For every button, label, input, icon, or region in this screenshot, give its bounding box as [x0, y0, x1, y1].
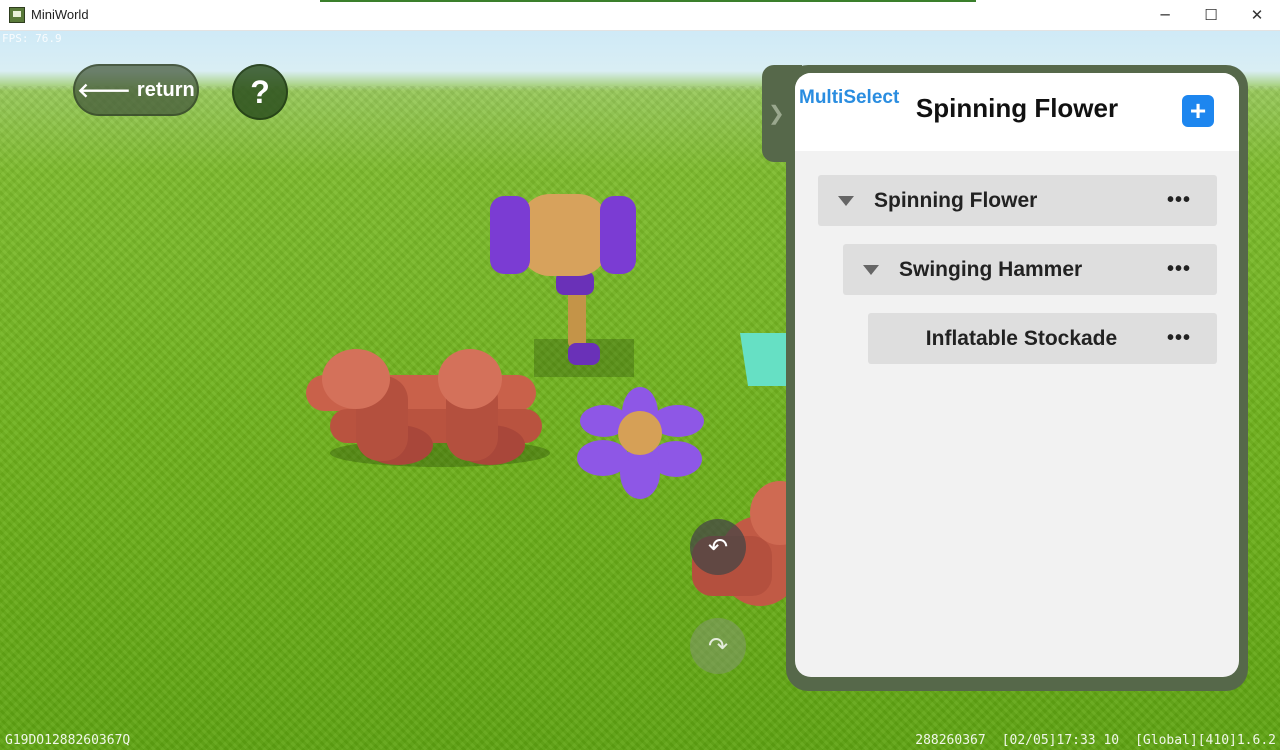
- close-button[interactable]: ✕: [1234, 0, 1280, 30]
- caret-down-icon[interactable]: [838, 195, 854, 206]
- window-title: MiniWorld: [31, 7, 89, 22]
- timestamp: [02/05]17:33 10: [1001, 733, 1120, 748]
- undo-icon: ↶: [707, 533, 729, 561]
- user-id: 288260367: [915, 733, 986, 748]
- fps-counter: FPS: 76.9: [2, 32, 62, 45]
- redo-button[interactable]: ↷: [690, 618, 746, 674]
- arrow-left-icon: 🡐: [77, 79, 131, 102]
- tree-item-spinning-flower[interactable]: Spinning Flower •••: [818, 175, 1217, 226]
- maximize-button[interactable]: ☐: [1188, 0, 1234, 30]
- chevron-right-icon: ❯: [768, 103, 785, 125]
- redo-icon: ↷: [707, 632, 729, 660]
- flower-object[interactable]: [577, 387, 704, 499]
- caret-down-icon[interactable]: [863, 264, 879, 275]
- game-viewport[interactable]: FPS: 76.9 🡐 return ? ↶ ↷ ❯ MultiSelect S…: [0, 31, 1280, 750]
- more-options-icon[interactable]: •••: [1167, 327, 1191, 350]
- undo-button[interactable]: ↶: [690, 519, 746, 575]
- panel-title: Spinning Flower: [915, 93, 1119, 123]
- tree-item-label: Spinning Flower: [874, 188, 1038, 212]
- more-options-icon[interactable]: •••: [1167, 258, 1191, 281]
- panel-header: MultiSelect Spinning Flower +: [795, 73, 1239, 151]
- window-titlebar: MiniWorld ─ ☐ ✕: [0, 0, 1280, 31]
- add-button[interactable]: +: [1182, 95, 1214, 127]
- return-button[interactable]: 🡐 return: [73, 64, 199, 116]
- hierarchy-panel: MultiSelect Spinning Flower + Spinning F…: [795, 73, 1239, 677]
- tree-item-inflatable-stockade[interactable]: Inflatable Stockade •••: [868, 313, 1217, 364]
- minimize-button[interactable]: ─: [1142, 0, 1188, 30]
- tree-item-swinging-hammer[interactable]: Swinging Hammer •••: [843, 244, 1217, 295]
- return-label: return: [136, 78, 195, 101]
- more-options-icon[interactable]: •••: [1167, 189, 1191, 212]
- app-icon: [9, 7, 25, 23]
- titlebar-accent: [320, 0, 976, 2]
- tree-item-label: Swinging Hammer: [899, 257, 1083, 281]
- server-version: [Global][410]1.6.2: [1135, 733, 1276, 748]
- help-button[interactable]: ?: [232, 64, 288, 120]
- status-bar: 288260367 [02/05]17:33 10 [Global][410]1…: [915, 733, 1276, 748]
- tree-item-label: Inflatable Stockade: [925, 326, 1118, 350]
- device-id: G19DO1288260367Q: [5, 733, 131, 748]
